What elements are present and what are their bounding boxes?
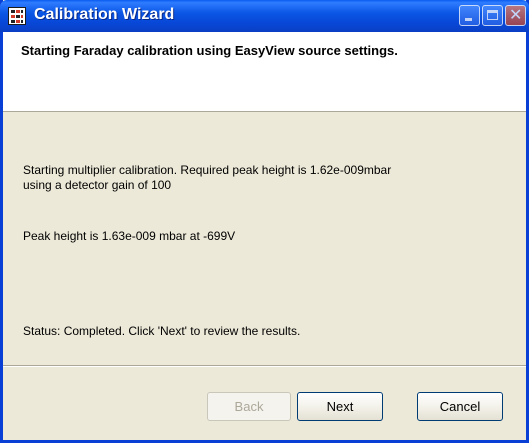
wizard-header-text: Starting Faraday calibration using EasyV…	[21, 43, 398, 58]
calibration-wizard-window: Calibration Wizard ✕ Starting Faraday ca…	[0, 0, 529, 443]
next-button[interactable]: Next	[297, 392, 383, 421]
minimize-icon[interactable]	[459, 5, 480, 26]
calibration-wizard-icon	[8, 7, 26, 25]
peak-height-message: Peak height is 1.63e-009 mbar at -699V	[23, 229, 236, 243]
calibration-message-line-1: Starting multiplier calibration. Require…	[23, 163, 392, 177]
title-bar[interactable]: Calibration Wizard ✕	[0, 0, 529, 32]
maximize-icon[interactable]	[482, 5, 503, 26]
calibration-message-line-2: using a detector gain of 100	[23, 178, 172, 192]
cancel-button[interactable]: Cancel	[417, 392, 503, 421]
button-separator-highlight	[3, 366, 526, 367]
window-title: Calibration Wizard	[34, 6, 175, 23]
close-icon[interactable]: ✕	[505, 5, 526, 26]
status-message: Status: Completed. Click 'Next' to revie…	[23, 324, 301, 338]
back-button[interactable]: Back	[207, 392, 291, 421]
